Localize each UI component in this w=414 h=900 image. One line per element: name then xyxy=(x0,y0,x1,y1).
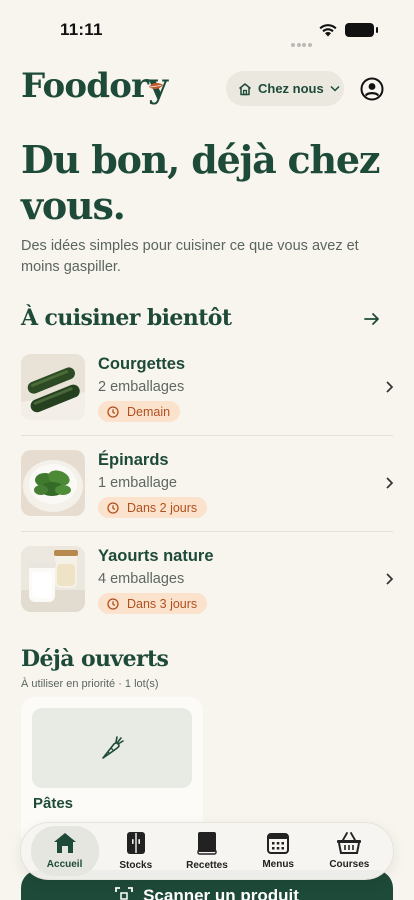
scan-button-label: Scanner un produit xyxy=(143,886,299,900)
status-bar: 11:11 xyxy=(0,0,414,50)
app-logo: Foodory xyxy=(21,66,168,106)
expiry-badge: Demain xyxy=(98,401,181,422)
expiry-badge: Dans 2 jours xyxy=(98,497,208,518)
product-name: Pâtes xyxy=(33,795,74,812)
basket-icon xyxy=(337,832,362,854)
home-selector-label: Chez nous xyxy=(258,81,324,96)
profile-icon[interactable] xyxy=(360,77,384,101)
section-title-cook-soon: À cuisiner bientôt xyxy=(21,305,232,331)
chevron-right-icon xyxy=(386,477,394,489)
tab-accueil[interactable]: Accueil xyxy=(30,826,99,876)
divider xyxy=(21,531,393,532)
scan-icon xyxy=(115,887,133,900)
item-packages: 4 emballages xyxy=(98,571,185,587)
chevron-right-icon xyxy=(386,381,394,393)
tab-label: Stocks xyxy=(119,860,153,871)
list-item-epinards[interactable]: Épinards 1 emballage Dans 2 jours xyxy=(21,450,394,546)
arrow-right-icon[interactable] xyxy=(362,309,382,329)
tab-label: Accueil xyxy=(46,859,83,870)
hero-title: Du bon, déjà chez vous. xyxy=(21,137,380,228)
expiry-badge-label: Dans 3 jours xyxy=(127,596,198,611)
item-packages: 2 emballages xyxy=(98,379,185,395)
product-placeholder xyxy=(32,708,192,788)
clock-icon xyxy=(107,405,119,418)
yogurt-photo xyxy=(21,546,85,612)
expiry-badge-label: Dans 2 jours xyxy=(127,500,198,515)
divider xyxy=(21,435,393,436)
battery-icon xyxy=(345,23,378,37)
home-icon xyxy=(53,833,76,853)
courgettes-photo xyxy=(21,354,85,420)
tab-stocks[interactable]: Stocks xyxy=(102,826,170,876)
tab-label: Courses xyxy=(329,859,370,870)
tab-menus[interactable]: Menus xyxy=(244,826,312,876)
tab-label: Menus xyxy=(262,859,294,870)
chevron-right-icon xyxy=(386,573,394,585)
item-packages: 1 emballage xyxy=(98,475,177,491)
tab-courses[interactable]: Courses xyxy=(315,826,383,876)
status-time: 11:11 xyxy=(60,20,103,39)
fridge-icon xyxy=(126,832,145,854)
tab-label: Recettes xyxy=(186,860,228,871)
list-item-courgettes[interactable]: Courgettes 2 emballages Demain xyxy=(21,354,394,450)
hero-subtitle: Des idées simples pour cuisiner ce que v… xyxy=(21,238,359,275)
calendar-icon xyxy=(267,833,290,854)
leaf-logo-icon xyxy=(149,82,163,90)
bottom-tab-bar: Accueil Stocks Recettes Menus Courses xyxy=(20,822,394,880)
wifi-icon xyxy=(319,24,337,37)
book-icon xyxy=(197,832,217,855)
home-selector[interactable]: Chez nous xyxy=(226,71,344,106)
clock-icon xyxy=(107,597,119,610)
carrot-icon xyxy=(102,736,124,759)
expiry-badge-label: Demain xyxy=(127,404,171,419)
item-name: Épinards xyxy=(98,451,169,469)
expiry-badge: Dans 3 jours xyxy=(98,593,208,614)
home-icon xyxy=(239,82,251,95)
spinach-photo xyxy=(21,450,85,516)
tab-recettes[interactable]: Recettes xyxy=(173,826,241,876)
section-title-opened: Déjà ouverts xyxy=(21,646,169,672)
list-item-yaourts[interactable]: Yaourts nature 4 emballages Dans 3 jours xyxy=(21,546,394,642)
signal-dots-icon xyxy=(291,34,313,52)
item-name: Yaourts nature xyxy=(98,547,214,565)
item-name: Courgettes xyxy=(98,355,186,373)
section-subtitle-opened: À utiliser en priorité · 1 lot(s) xyxy=(21,678,159,690)
clock-icon xyxy=(107,501,119,514)
chevron-down-icon xyxy=(330,85,340,92)
